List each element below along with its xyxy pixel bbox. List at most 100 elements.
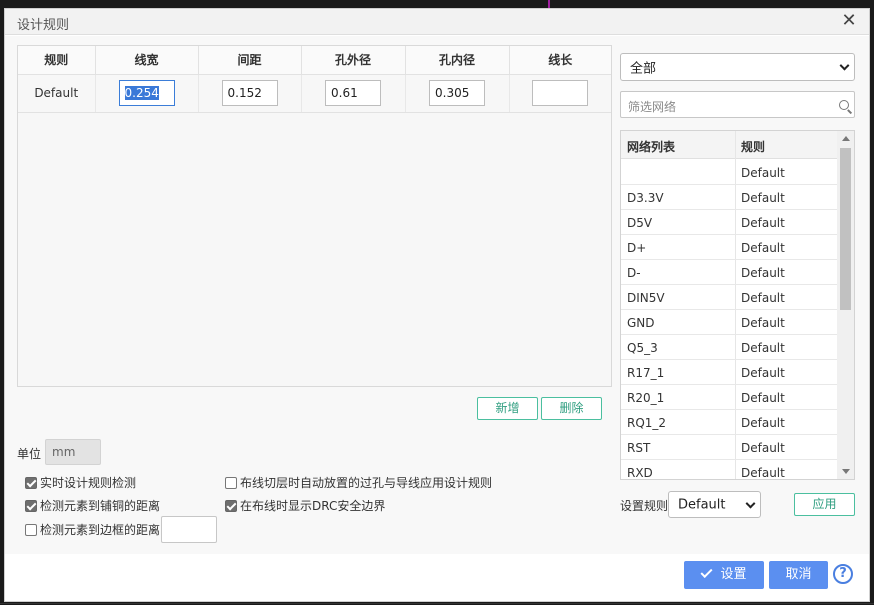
width-input-value: 0.254 [124,86,159,100]
net-search-placeholder: 筛选网络 [628,100,677,114]
close-icon[interactable]: ✕ [839,11,859,31]
net-name: D5V [627,216,653,230]
net-rule: Default [741,266,785,280]
check-icon [700,565,713,579]
column-header-net: 网络列表 [627,140,676,154]
via-outer-cell: 0.61 [301,74,406,113]
board-outline-clearance-checkbox[interactable]: 检测元素到边框的距离 [25,521,160,538]
rules-table-header: 规则 线宽 间距 孔外径 孔内径 线长 [18,46,611,75]
cancel-button[interactable]: 取消 [769,561,828,589]
net-list-table: 网络列表 规则 Default D3.3V Default D5V Default D+ D… [620,130,855,480]
scroll-down-icon[interactable] [842,469,850,474]
net-rule: Default [741,366,785,380]
scroll-up-icon[interactable] [842,136,850,141]
net-rule: Default [741,466,785,480]
net-search-input[interactable]: 筛选网络 [620,91,855,118]
rule-name-cell: Default [18,74,96,113]
option-label: 检测元素到铺铜的距离 [40,499,161,513]
table-row[interactable]: DIN5V Default [621,285,837,310]
length-input[interactable] [532,80,589,106]
search-icon[interactable] [839,100,849,110]
unit-label: 单位 [17,447,42,461]
checkbox-checked-icon [25,499,37,512]
table-row[interactable]: D- Default [621,260,837,285]
option-label: 在布线时显示DRC安全边界 [240,499,386,513]
net-rule: Default [741,316,785,330]
net-rule: Default [741,416,785,430]
net-name: D+ [627,241,647,255]
add-rule-button[interactable]: 新增 [477,397,538,420]
net-filter-select[interactable]: 全部 [620,53,855,81]
table-row[interactable]: RQ1_2 Default [621,410,837,435]
table-row[interactable]: Default [621,160,837,185]
net-rule: Default [741,216,785,230]
column-header-spacing: 间距 [198,46,302,75]
table-row[interactable]: D3.3V Default [621,185,837,210]
column-header-via-outer: 孔外径 [301,46,406,75]
net-name: R20_1 [627,391,665,405]
width-input[interactable]: 0.254 [118,80,175,106]
table-row[interactable]: RST Default [621,435,837,460]
table-row[interactable]: D5V Default [621,210,837,235]
option-label: 检测元素到边框的距离 [40,523,161,537]
auto-via-rule-checkbox[interactable]: 布线切层时自动放置的过孔与导线应用设计规则 [225,474,492,491]
dialog-footer: 设置 取消 [5,554,869,601]
net-rule: Default [741,166,785,180]
table-row[interactable]: R17_1 Default [621,360,837,385]
net-name: D3.3V [627,191,664,205]
set-rule-select[interactable]: Default [668,491,761,518]
net-name: RXD [627,466,653,480]
net-name: D- [627,266,641,280]
column-header-width: 线宽 [95,46,199,75]
scrollbar-thumb[interactable] [840,148,851,310]
delete-rule-button[interactable]: 删除 [541,397,602,420]
board-outline-clearance-input[interactable] [161,516,217,543]
net-name: RQ1_2 [627,416,667,430]
spacing-input[interactable]: 0.152 [221,80,278,106]
rules-table: 规则 线宽 间距 孔外径 孔内径 线长 Default 0.254 0.152 … [18,46,611,113]
net-rule: Default [741,441,785,455]
set-rule-label: 设置规则 [620,499,669,513]
design-rules-dialog: 设计规则 ✕ 规则 线宽 间距 孔外径 孔内径 线长 Default 0.254… [4,8,870,602]
net-name: Q5_3 [627,341,658,355]
table-row[interactable]: Default 0.254 0.152 0.61 0.305 [18,74,611,113]
checkbox-checked-icon [225,499,237,512]
realtime-drc-checkbox[interactable]: 实时设计规则检测 [25,474,136,491]
via-inner-input[interactable]: 0.305 [429,80,485,106]
chevron-down-icon [745,498,756,509]
table-row[interactable]: Q5_3 Default [621,335,837,360]
net-list-scrollbar[interactable] [837,131,854,479]
net-rule: Default [741,191,785,205]
option-label: 布线切层时自动放置的过孔与导线应用设计规则 [240,476,493,490]
confirm-button[interactable]: 设置 [684,561,764,589]
net-list-header: 网络列表 规则 [621,131,837,159]
apply-button[interactable]: 应用 [794,493,855,516]
column-header-length: 线长 [509,46,611,75]
via-outer-input[interactable]: 0.61 [325,80,381,106]
column-header-rule: 规则 [18,46,96,75]
table-row[interactable]: D+ Default [621,235,837,260]
copper-clearance-checkbox[interactable]: 检测元素到铺铜的距离 [25,497,160,514]
option-label: 实时设计规则检测 [40,476,137,490]
show-drc-boundary-checkbox[interactable]: 在布线时显示DRC安全边界 [225,497,385,514]
help-icon[interactable]: ? [833,564,853,584]
confirm-label: 设置 [720,567,747,582]
net-rule: Default [741,341,785,355]
net-name: DIN5V [627,291,665,305]
checkbox-unchecked-icon [25,523,37,536]
spacing-cell: 0.152 [198,74,302,113]
column-header-via-inner: 孔内径 [405,46,510,75]
rules-table-panel: 规则 线宽 间距 孔外径 孔内径 线长 Default 0.254 0.152 … [17,45,612,387]
unit-field: mm [45,439,101,465]
column-header-net-rule: 规则 [741,140,766,154]
table-row[interactable]: GND Default [621,310,837,335]
dialog-title: 设计规则 [17,18,70,33]
net-rule: Default [741,241,785,255]
net-filter-value: 全部 [630,61,657,77]
width-cell: 0.254 [95,74,199,113]
net-name: R17_1 [627,366,665,380]
table-row[interactable]: R20_1 Default [621,385,837,410]
chevron-down-icon [839,60,850,71]
canvas-trace [0,603,874,604]
table-row[interactable]: RXD Default [621,460,837,480]
